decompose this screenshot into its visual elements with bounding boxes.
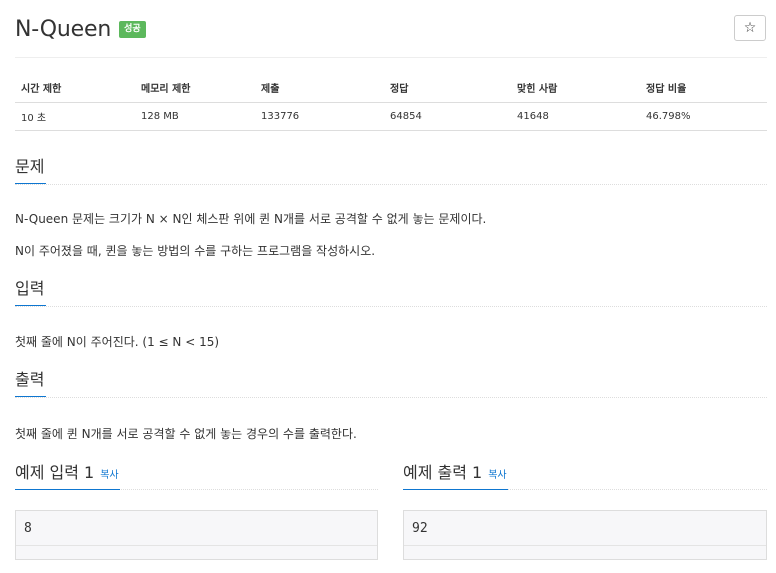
sample-output-title-text: 예제 출력 1 [403,463,483,482]
input-section-header: 입력 [15,279,767,307]
sample-output-header: 예제 출력 1 복사 [403,460,767,490]
problem-section-header: 문제 [15,157,767,185]
star-button[interactable]: ☆ [734,15,766,41]
header-submissions: 제출 [255,74,384,103]
input-section-title: 입력 [15,279,47,306]
cell-memory-limit: 128 MB [135,102,255,131]
table-row: 10 초 128 MB 133776 64854 41648 46.798% [15,102,767,131]
copy-sample-input-link[interactable]: 복사 [100,470,118,481]
problem-description-line-1: N-Queen 문제는 크기가 N × N인 체스판 위에 퀸 N개를 서로 공… [15,212,487,226]
table-header-row: 시간 제한 메모리 제한 제출 정답 맞힌 사람 정답 비율 [15,74,767,103]
title-row: N-Queen 성공 [15,14,146,44]
header-solvers: 맞힌 사람 [511,74,640,103]
sample-input-box[interactable]: 8 [15,510,378,560]
copy-sample-output-link[interactable]: 복사 [488,470,506,481]
sample-input-value: 8 [24,521,32,536]
cell-submissions: 133776 [255,102,384,131]
star-icon: ☆ [743,20,757,36]
cell-time-limit: 10 초 [15,102,135,131]
sample-input-header: 예제 입력 1 복사 [15,460,378,490]
output-section-title: 출력 [15,370,47,397]
sample-output-title: 예제 출력 1 복사 [403,460,508,490]
status-badge: 성공 [119,20,146,38]
cell-solvers: 41648 [511,102,640,131]
sample-input-title-text: 예제 입력 1 [15,463,95,482]
header-accept-rate: 정답 비율 [640,74,767,103]
header-time-limit: 시간 제한 [15,74,135,103]
cell-accepted: 64854 [384,102,511,131]
problem-info-table: 시간 제한 메모리 제한 제출 정답 맞힌 사람 정답 비율 10 초 128 … [15,74,767,131]
input-description: 첫째 줄에 N이 주어진다. (1 ≤ N < 15) [15,335,220,349]
header-memory-limit: 메모리 제한 [135,74,255,103]
problem-description-line-2: N이 주어졌을 때, 퀸을 놓는 방법의 수를 구하는 프로그램을 작성하시오. [15,244,376,258]
page-title: N-Queen [15,16,112,42]
header-accepted: 정답 [384,74,511,103]
output-description: 첫째 줄에 퀸 N개를 서로 공격할 수 없게 놓는 경우의 수를 출력한다. [15,427,357,441]
title-divider [15,57,767,58]
sample-input-title: 예제 입력 1 복사 [15,460,120,490]
sample-input-divider [16,545,377,546]
cell-accept-rate: 46.798% [640,102,767,131]
sample-output-value: 92 [412,521,428,536]
problem-section-title: 문제 [15,157,47,184]
sample-output-box[interactable]: 92 [403,510,767,560]
output-section-header: 출력 [15,370,767,398]
sample-output-divider [404,545,766,546]
